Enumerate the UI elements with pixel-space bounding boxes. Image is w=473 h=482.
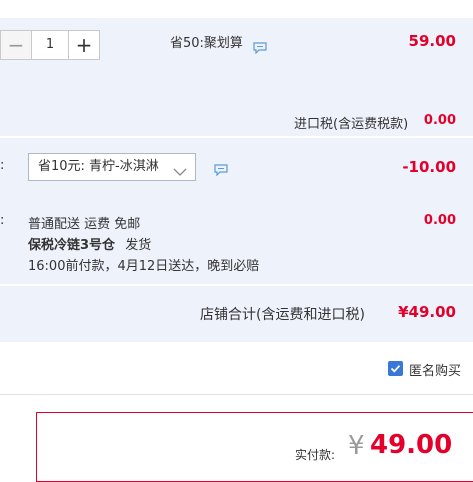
- coupon-discount: -10.00: [402, 158, 456, 176]
- chat-icon[interactable]: [253, 39, 267, 55]
- payment-summary-box: 实付款: ¥ 49.00: [36, 412, 473, 482]
- payment-currency: ¥: [348, 431, 365, 461]
- shipping-fee: 0.00: [423, 213, 456, 228]
- coupon-colon: :: [0, 158, 5, 173]
- minus-icon: −: [7, 33, 25, 57]
- payment-label: 实付款:: [295, 448, 336, 462]
- decrease-quantity-button[interactable]: −: [0, 30, 32, 60]
- plus-icon: +: [75, 33, 93, 57]
- promo-label: 省50:聚划算: [170, 36, 243, 51]
- quantity-stepper: − 1 +: [0, 30, 100, 60]
- subtotal-value: ¥49.00: [398, 303, 456, 321]
- section-divider: [0, 394, 473, 395]
- subtotal-panel: 店铺合计(含运费和进口税) ¥49.00: [0, 286, 473, 342]
- warehouse-name: 保税冷链3号仓: [28, 238, 116, 253]
- anonymous-label: 匿名购买: [409, 364, 462, 379]
- coupon-selected-value: 省10元: 青柠-冰淇淋: [38, 159, 159, 174]
- payment-amount: 49.00: [370, 430, 453, 460]
- quantity-input[interactable]: 1: [32, 30, 68, 60]
- item-price: 59.00: [408, 32, 456, 50]
- import-tax-label: 进口税(含运费税款): [294, 117, 409, 132]
- coupon-select[interactable]: 省10元: 青柠-冰淇淋: [28, 153, 196, 181]
- anonymous-checkbox[interactable]: [388, 361, 403, 376]
- delivery-promise: 16:00前付款，4月12日送达，晚到必赔: [28, 259, 260, 274]
- increase-quantity-button[interactable]: +: [68, 30, 100, 60]
- coupon-shipping-panel: : 省10元: 青柠-冰淇淋 -10.00 : 普通配送 运费 免邮 保税冷链3…: [0, 138, 473, 284]
- shipping-warehouse-line: 保税冷链3号仓 发货: [28, 234, 151, 253]
- item-panel: − 1 + 省50:聚划算 59.00 进口税(含运费税款) 0.00: [0, 18, 473, 136]
- import-tax-value: 0.00: [423, 113, 456, 128]
- shipping-method: 普通配送 运费 免邮: [28, 217, 141, 232]
- ship-suffix: 发货: [125, 238, 152, 253]
- chat-icon[interactable]: [214, 161, 228, 177]
- subtotal-label: 店铺合计(含运费和进口税): [200, 307, 365, 323]
- shipping-colon: :: [0, 213, 5, 228]
- checkmark-icon: [390, 365, 401, 373]
- chevron-down-icon: [173, 161, 187, 176]
